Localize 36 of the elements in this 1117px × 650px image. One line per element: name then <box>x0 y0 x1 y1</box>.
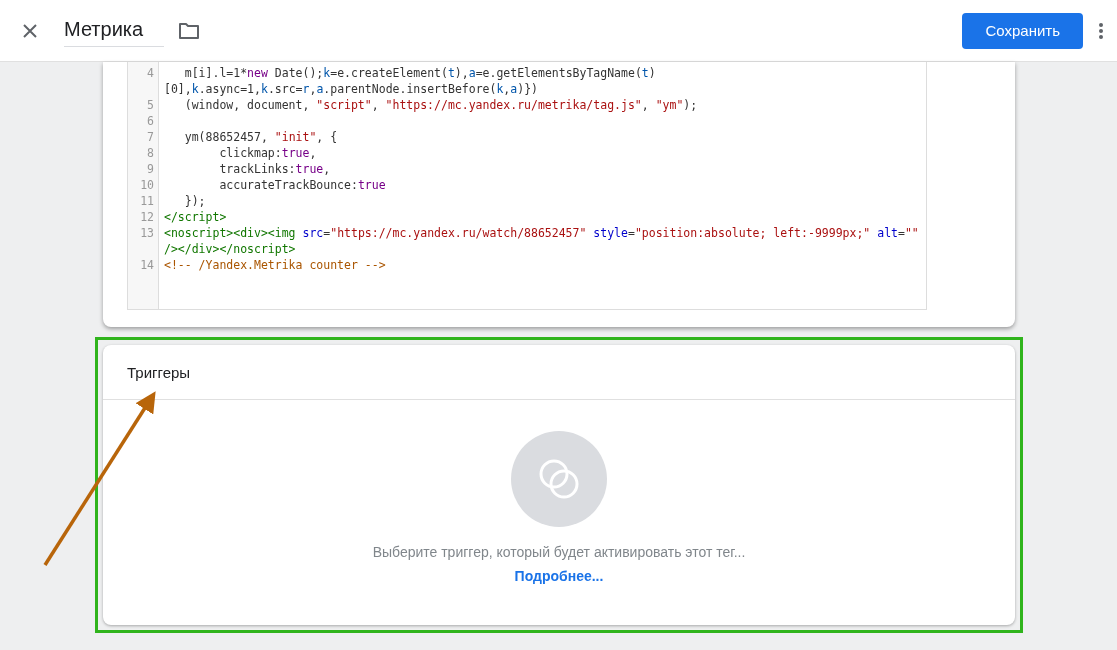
code-line: <!-- /Yandex.Metrika counter --> <box>164 257 387 273</box>
line-number: 12 <box>139 209 155 225</box>
learn-more-link[interactable]: Подробнее... <box>514 568 604 584</box>
code-line: trackLinks:true, <box>218 161 332 177</box>
line-number: 11 <box>139 193 155 209</box>
line-number: 10 <box>139 177 155 193</box>
save-button[interactable]: Сохранить <box>962 12 1083 49</box>
code-line: (window, document, "script", "https://mc.yandex.ru/metrika/tag.js", "ym"); <box>183 97 699 113</box>
close-icon <box>22 22 38 39</box>
line-number: 8 <box>146 145 155 161</box>
code-line: accurateTrackBounce:true <box>218 177 387 193</box>
empty-message: Выберите триггер, который будет активировать этот тег... <box>372 544 746 560</box>
close-button[interactable] <box>22 22 38 39</box>
folder-icon <box>178 21 200 40</box>
line-number: 13 <box>139 225 155 241</box>
line-number: 9 <box>146 161 155 177</box>
tag-name-field[interactable]: Метрика <box>64 14 164 47</box>
card-title: Триггеры <box>127 363 191 381</box>
line-number: 5 <box>146 97 155 113</box>
line-number: 4 <box>146 65 155 81</box>
line-number: 6 <box>146 113 155 129</box>
overlapping-circles-icon <box>537 457 581 501</box>
code-line: <noscript><div><img src="https://mc.yandex.ru/watch/88652457" style="position:absolute; left:-9999px;" alt="" <box>164 225 919 241</box>
more-icon <box>1099 22 1103 39</box>
code-line: /></div></noscript> <box>164 241 297 257</box>
code-line: }); <box>183 193 207 209</box>
folder-button[interactable] <box>178 21 200 40</box>
code-line: clickmap:true, <box>218 145 318 161</box>
code-editor[interactable] <box>127 62 927 310</box>
line-number: 7 <box>146 129 155 145</box>
line-number: 14 <box>139 257 155 273</box>
more-button[interactable] <box>1099 22 1103 39</box>
code-line: m[i].l=1*new Date();k=e.createElement(t),a=e.getElementsByTagName(t) <box>183 65 657 81</box>
code-line: ym(88652457, "init", { <box>183 129 339 145</box>
code-line: [0],k.async=1,k.src=r,a.parentNode.insertBefore(k,a)}) <box>164 81 539 97</box>
code-line: </script> <box>164 209 228 225</box>
